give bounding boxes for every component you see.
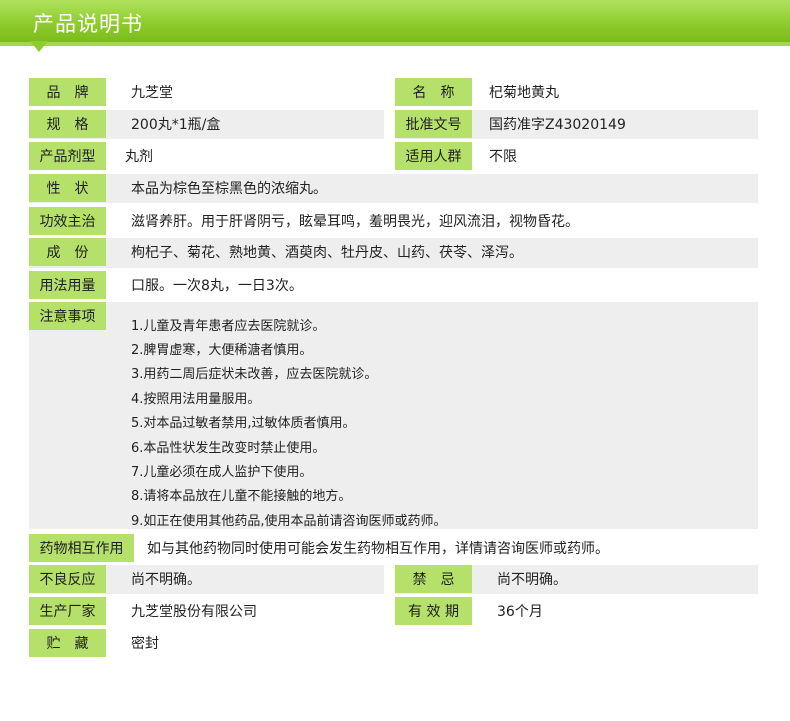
label-usage: 用法用量 xyxy=(29,271,106,299)
row-brand: 品 牌 九芝堂 xyxy=(29,78,384,107)
precautions-list: 1.儿童及青年患者应去医院就诊。 2.脾胃虚寒，大便稀溏者慎用。 3.用药二周后… xyxy=(131,312,447,532)
row-precautions: 注意事项 1.儿童及青年患者应去医院就诊。 2.脾胃虚寒，大便稀溏者慎用。 3.… xyxy=(29,302,758,529)
value-character: 本品为棕色至棕黑色的浓缩丸。 xyxy=(131,181,327,197)
row-ingredients: 成 份 枸杞子、菊花、熟地黄、酒萸肉、牡丹皮、山药、茯苓、泽泻。 xyxy=(29,238,758,268)
label-brand: 品 牌 xyxy=(29,78,106,106)
value-target: 不限 xyxy=(489,149,517,165)
row-manufacturer: 生产厂家 九芝堂股份有限公司 xyxy=(29,597,384,626)
label-character: 性 状 xyxy=(29,174,106,202)
label-approval: 批准文号 xyxy=(395,110,472,138)
value-dosage-form: 丸剂 xyxy=(125,149,153,165)
list-item: 3.用药二周后症状未改善，应去医院就诊。 xyxy=(131,367,378,383)
page-title: 产品说明书 xyxy=(33,12,143,36)
value-contraindication: 尚不明确。 xyxy=(497,572,567,588)
list-item: 6.本品性状发生改变时禁止使用。 xyxy=(131,440,326,456)
row-adverse: 不良反应 尚不明确。 xyxy=(29,565,384,594)
row-storage: 贮 藏 密封 xyxy=(29,629,384,658)
label-indication: 功效主治 xyxy=(29,207,106,235)
value-adverse: 尚不明确。 xyxy=(131,572,201,588)
row-indication: 功效主治 滋肾养肝。用于肝肾阴亏，眩晕耳鸣，羞明畏光，迎风流泪，视物昏花。 xyxy=(29,207,758,236)
value-usage: 口服。一次8丸，一日3次。 xyxy=(131,278,303,294)
row-contraindication: 禁 忌 尚不明确。 xyxy=(395,565,758,594)
value-ingredients: 枸杞子、菊花、熟地黄、酒萸肉、牡丹皮、山药、茯苓、泽泻。 xyxy=(131,245,523,261)
label-target: 适用人群 xyxy=(395,142,472,170)
label-adverse: 不良反应 xyxy=(29,565,106,593)
row-validity: 有 效 期 36个月 xyxy=(395,597,758,626)
value-validity: 36个月 xyxy=(497,604,543,620)
value-spec: 200丸*1瓶/盒 xyxy=(131,117,221,133)
value-manufacturer: 九芝堂股份有限公司 xyxy=(131,604,257,620)
row-dosage-form: 产品剂型 丸剂 xyxy=(29,142,384,171)
value-name: 杞菊地黄丸 xyxy=(489,85,559,101)
list-item: 9.如正在使用其他药品,使用本品前请咨询医师或药师。 xyxy=(131,513,447,529)
value-brand: 九芝堂 xyxy=(131,85,173,101)
label-dosage-form: 产品剂型 xyxy=(29,142,106,170)
value-storage: 密封 xyxy=(131,636,159,652)
row-usage: 用法用量 口服。一次8丸，一日3次。 xyxy=(29,271,758,300)
value-interaction: 如与其他药物同时使用可能会发生药物相互作用，详情请咨询医师或药师。 xyxy=(147,541,609,557)
list-item: 4.按照用法用量服用。 xyxy=(131,391,261,407)
list-item: 7.儿童必须在成人监护下使用。 xyxy=(131,465,313,481)
list-item: 1.儿童及青年患者应去医院就诊。 xyxy=(131,318,326,334)
banner-notch-arrow xyxy=(30,41,48,52)
row-spec: 规 格 200丸*1瓶/盒 xyxy=(29,110,384,139)
label-validity: 有 效 期 xyxy=(395,597,472,625)
label-name: 名 称 xyxy=(395,78,472,106)
list-item: 2.脾胃虚寒，大便稀溏者慎用。 xyxy=(131,343,313,359)
header-banner-strip xyxy=(0,42,790,46)
label-precautions: 注意事项 xyxy=(29,302,106,330)
row-name: 名 称 杞菊地黄丸 xyxy=(395,78,758,107)
label-spec: 规 格 xyxy=(29,110,106,138)
label-storage: 贮 藏 xyxy=(29,629,106,657)
value-approval: 国药准字Z43020149 xyxy=(489,117,626,133)
label-ingredients: 成 份 xyxy=(29,238,106,266)
list-item: 5.对本品过敏者禁用,过敏体质者慎用。 xyxy=(131,416,356,432)
row-character: 性 状 本品为棕色至棕黑色的浓缩丸。 xyxy=(29,174,758,203)
label-interaction: 药物相互作用 xyxy=(29,534,134,562)
row-interaction: 药物相互作用 如与其他药物同时使用可能会发生药物相互作用，详情请咨询医师或药师。 xyxy=(29,534,758,563)
label-manufacturer: 生产厂家 xyxy=(29,597,106,625)
list-item: 8.请将本品放在儿童不能接触的地方。 xyxy=(131,489,352,505)
row-approval: 批准文号 国药准字Z43020149 xyxy=(395,110,758,139)
label-contraindication: 禁 忌 xyxy=(395,565,472,593)
row-target: 适用人群 不限 xyxy=(395,142,758,171)
value-indication: 滋肾养肝。用于肝肾阴亏，眩晕耳鸣，羞明畏光，迎风流泪，视物昏花。 xyxy=(131,214,579,230)
